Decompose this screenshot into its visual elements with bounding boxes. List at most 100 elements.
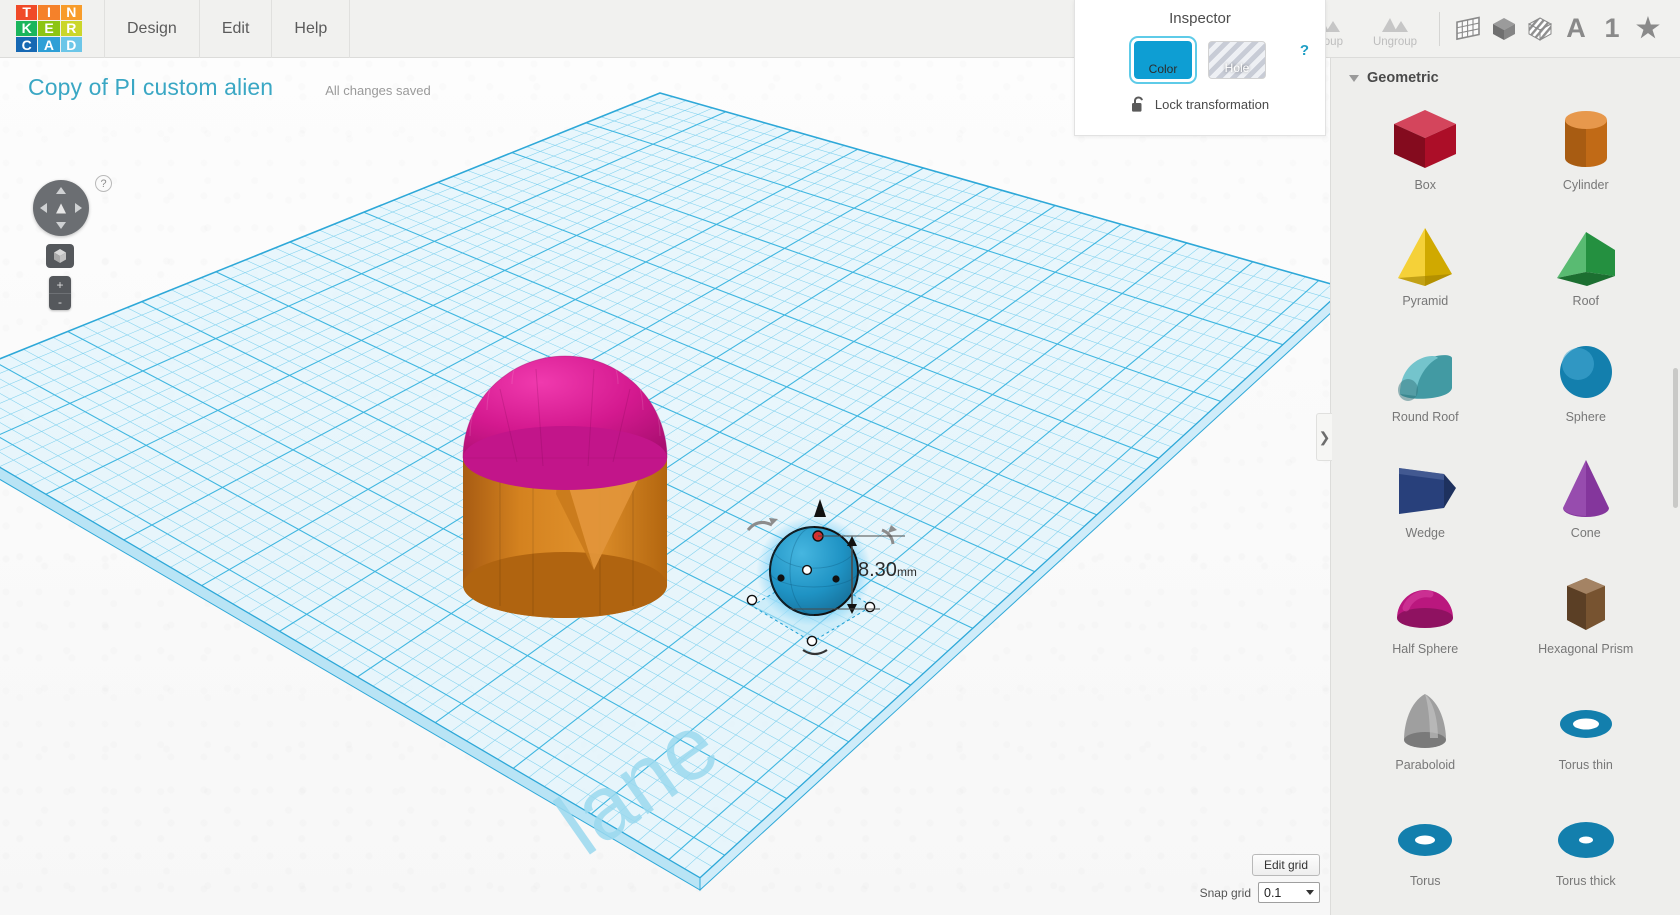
nav-help-button[interactable]: ?	[95, 175, 112, 192]
menu-item-edit[interactable]: Edit	[200, 0, 273, 58]
lock-transformation-row[interactable]: Lock transformation	[1075, 95, 1325, 113]
star-icon[interactable]: ★	[1630, 9, 1666, 49]
color-label: Color	[1148, 62, 1178, 76]
panel-collapse-handle[interactable]: ❯	[1316, 413, 1332, 461]
snap-grid-row: Snap grid 0.1	[1200, 882, 1320, 903]
workplane-scene: lane	[0, 92, 1330, 892]
text-icon[interactable]: A	[1558, 9, 1594, 49]
dimension-unit: mm	[896, 565, 917, 579]
fit-view-icon	[54, 249, 66, 263]
shape-label: Paraboloid	[1395, 758, 1456, 772]
logo-tile-r: R	[60, 20, 82, 37]
view-icon-group: A 1 ★	[1450, 0, 1680, 58]
shape-label: Pyramid	[1402, 294, 1449, 308]
halfsphere-icon	[1386, 564, 1464, 644]
wedge-icon	[1386, 448, 1464, 528]
orbit-left-icon[interactable]	[40, 203, 47, 213]
cupcake-object	[462, 330, 668, 618]
cone-icon	[1547, 448, 1625, 528]
inspector-panel: Inspector ? Color Hole Lock transformati…	[1074, 0, 1326, 136]
view-orbit-pad[interactable]: ▲	[33, 180, 89, 236]
tinkercad-app: TINKERCAD DesignEditHelp Undo Redo	[0, 0, 1680, 915]
shape-label: Round Roof	[1391, 410, 1459, 424]
shape-label: Torus thin	[1558, 758, 1613, 772]
shapes-category-label: Geometric	[1367, 70, 1439, 86]
zoom-in-button[interactable]: +	[49, 276, 71, 293]
shape-label: Torus thick	[1555, 874, 1616, 888]
logo-tile-i: I	[38, 4, 60, 20]
app-header: TINKERCAD DesignEditHelp Undo Redo	[0, 0, 1680, 58]
save-status: All changes saved	[325, 83, 431, 98]
shape-item-hexprism[interactable]: Hexagonal Prism	[1506, 560, 1667, 672]
snap-grid-label: Snap grid	[1199, 885, 1251, 900]
roof-icon	[1547, 216, 1625, 296]
zoom-out-button[interactable]: -	[49, 293, 71, 310]
page-title[interactable]: Copy of PI custom alien	[28, 74, 273, 101]
torus-icon	[1386, 796, 1464, 876]
navigation-controls: ▲ ? + -	[33, 175, 112, 310]
shape-item-sphere[interactable]: Sphere	[1506, 328, 1667, 440]
number-icon[interactable]: 1	[1594, 9, 1630, 49]
shape-label: Roof	[1572, 294, 1599, 308]
shape-item-cone[interactable]: Cone	[1506, 444, 1667, 556]
shape-item-pyramid[interactable]: Pyramid	[1345, 212, 1506, 324]
menu-item-design[interactable]: Design	[104, 0, 200, 58]
cylinder-icon	[1547, 100, 1625, 180]
main-menu: Design Edit Help	[104, 0, 351, 58]
logo-tile-t: T	[16, 4, 38, 20]
edit-grid-button[interactable]: Edit grid	[1251, 854, 1320, 876]
tinkercad-logo[interactable]: TIN KER CAD	[16, 4, 82, 53]
shape-item-paraboloid[interactable]: Paraboloid	[1345, 676, 1506, 788]
ungroup-button[interactable]: Ungroup	[1361, 0, 1429, 58]
snap-grid-select[interactable]: 0.1	[1258, 882, 1320, 903]
shape-item-halfsphere[interactable]: Half Sphere	[1345, 560, 1506, 672]
shape-item-cylinder[interactable]: Cylinder	[1506, 96, 1667, 208]
orbit-down-icon[interactable]	[56, 222, 66, 229]
fit-view-button[interactable]	[46, 244, 74, 268]
inspector-help-button[interactable]: ?	[1300, 42, 1309, 59]
menu-item-help[interactable]: Help	[272, 0, 351, 58]
roundroof-icon	[1386, 332, 1464, 412]
shape-item-wedge[interactable]: Wedge	[1345, 444, 1506, 556]
chevron-down-icon	[1306, 890, 1314, 895]
logo-tile-k: K	[16, 20, 38, 37]
inspector-swatch-row: Color Hole	[1075, 38, 1325, 82]
hole-box-icon[interactable]	[1522, 9, 1558, 49]
ungroup-label: Ungroup	[1372, 36, 1418, 48]
dimension-value: 8.30	[858, 559, 897, 581]
shape-item-torusthin[interactable]: Torus thin	[1506, 676, 1667, 788]
logo-tile-a: A	[38, 37, 60, 53]
design-canvas[interactable]: lane Copy of PI custom alien All changes…	[0, 58, 1330, 915]
project-bar: Copy of PI custom alien All changes save…	[28, 74, 431, 101]
inspector-title: Inspector	[1169, 10, 1231, 27]
shapes-panel: Geometric Box Cylinder Pyramid Roof Roun…	[1330, 58, 1680, 915]
workplane-icon[interactable]	[1450, 9, 1486, 49]
home-view-icon[interactable]: ▲	[53, 200, 70, 217]
shape-item-roof[interactable]: Roof	[1506, 212, 1667, 324]
logo-tile-c: C	[16, 37, 38, 53]
solid-box-icon[interactable]	[1486, 9, 1522, 49]
chevron-down-icon	[1349, 74, 1359, 82]
paraboloid-icon	[1386, 680, 1464, 760]
shape-item-torusthick[interactable]: Torus thick	[1506, 792, 1667, 904]
orbit-right-icon[interactable]	[75, 203, 82, 213]
shape-item-roundroof[interactable]: Round Roof	[1345, 328, 1506, 440]
hole-swatch-button[interactable]: Hole	[1208, 41, 1266, 79]
torusthin-icon	[1547, 680, 1625, 760]
shape-item-box[interactable]: Box	[1345, 96, 1506, 208]
hexprism-icon	[1547, 564, 1625, 644]
shape-label: Half Sphere	[1392, 642, 1459, 656]
ungroup-icon	[1380, 9, 1410, 33]
shapes-scrollbar[interactable]	[1673, 368, 1678, 508]
lock-transformation-label: Lock transformation	[1154, 96, 1270, 112]
logo-tile-n: N	[60, 4, 82, 20]
shape-label: Cylinder	[1562, 178, 1609, 192]
shape-item-torus[interactable]: Torus	[1345, 792, 1506, 904]
orbit-up-icon[interactable]	[56, 187, 66, 194]
snap-grid-value: 0.1	[1264, 885, 1282, 900]
shape-label: Wedge	[1405, 526, 1445, 540]
color-swatch-button[interactable]: Color	[1131, 38, 1195, 82]
shapes-category-header[interactable]: Geometric	[1331, 58, 1680, 90]
zoom-controls: + -	[49, 276, 71, 310]
shape-label: Torus	[1409, 874, 1441, 888]
